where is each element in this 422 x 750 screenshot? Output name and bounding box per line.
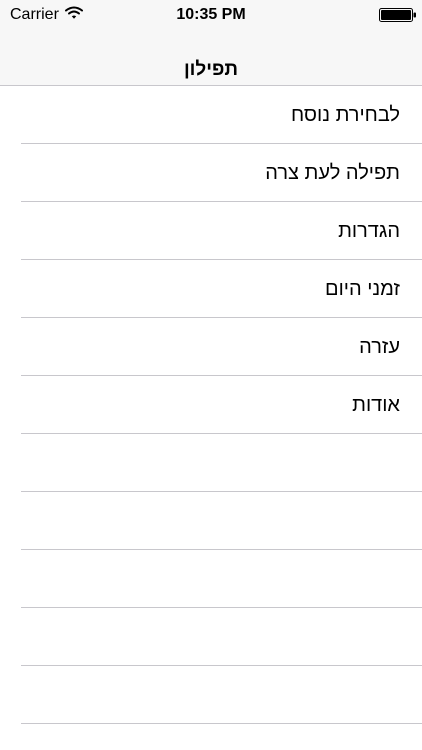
- status-time: 10:35 PM: [176, 6, 246, 23]
- menu-item-settings[interactable]: הגדרות: [21, 202, 422, 260]
- menu-item-prayer-for-trouble[interactable]: תפילה לעת צרה: [21, 144, 422, 202]
- empty-table-row: [21, 492, 422, 550]
- menu-item-label: אודות: [352, 394, 400, 416]
- menu-item-label: הגדרות: [338, 220, 400, 242]
- page-title: תפילון: [183, 58, 239, 80]
- app-screen: Carrier 10:35 PM תפילון לבחירת נוסח תפיל…: [0, 0, 422, 750]
- menu-item-nusach[interactable]: לבחירת נוסח: [21, 86, 422, 144]
- menu-item-label: עזרה: [359, 336, 400, 358]
- battery-icon: [379, 8, 416, 22]
- status-bar: Carrier 10:35 PM: [0, 0, 422, 28]
- menu-item-about[interactable]: אודות: [21, 376, 422, 434]
- empty-table-row: [21, 666, 422, 724]
- empty-table-row: [21, 434, 422, 492]
- menu-list: לבחירת נוסח תפילה לעת צרה הגדרות זמני הי…: [0, 86, 422, 724]
- menu-item-label: תפילה לעת צרה: [265, 162, 400, 184]
- menu-item-label: לבחירת נוסח: [290, 104, 400, 126]
- menu-item-help[interactable]: עזרה: [21, 318, 422, 376]
- empty-table-row: [21, 608, 422, 666]
- empty-table-row: [21, 550, 422, 608]
- menu-item-label: זמני היום: [325, 278, 400, 300]
- navigation-bar: Carrier 10:35 PM תפילון: [0, 0, 422, 86]
- menu-item-day-times[interactable]: זמני היום: [21, 260, 422, 318]
